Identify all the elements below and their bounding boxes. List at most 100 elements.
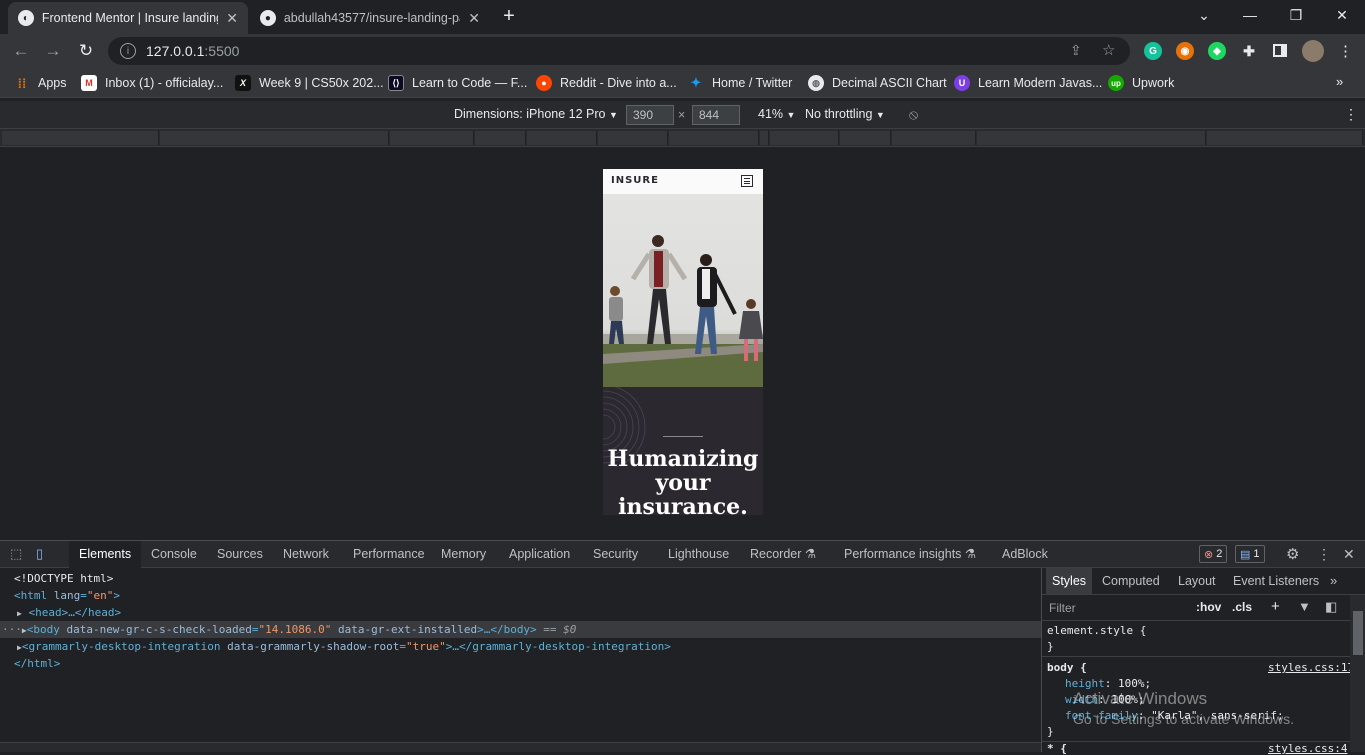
body-selector[interactable]: body { [1047,661,1087,674]
class-toggle[interactable]: .cls [1232,600,1252,614]
settings-gear-icon[interactable]: ⚙ [1286,545,1299,563]
media-query-segment[interactable] [390,131,474,145]
profile-avatar[interactable] [1302,40,1324,62]
dom-head-line[interactable]: ▶ <head>…</head> [0,604,1041,621]
tab-lighthouse[interactable]: Lighthouse [658,541,739,568]
tab-event-listeners[interactable]: Event Listeners [1227,568,1325,594]
device-width-input[interactable]: 390 [626,105,674,125]
dom-html-line[interactable]: <html lang="en"> [0,587,1041,604]
tab-search-icon[interactable]: ⌄ [1181,0,1227,30]
tab-computed[interactable]: Computed [1096,568,1166,594]
media-query-segment[interactable] [475,131,526,145]
media-query-segment[interactable] [840,131,891,145]
close-devtools-icon[interactable]: ✕ [1343,546,1355,563]
styles-filter-input[interactable]: Filter [1044,598,1184,618]
bookmark-ascii[interactable]: ◍ Decimal ASCII Chart [808,74,947,92]
stylesheet-link[interactable]: styles.css:17 [1268,661,1354,674]
forward-button[interactable]: → [40,38,66,64]
tab-application[interactable]: Application [499,541,580,568]
media-query-segment[interactable] [892,131,976,145]
tab-sources[interactable]: Sources [207,541,273,568]
throttling-dropdown[interactable]: No throttling ▼ [805,107,885,121]
tab-network[interactable]: Network [273,541,339,568]
bookmark-freecodecamp[interactable]: ⟨⟩ Learn to Code — F... [388,74,527,92]
dom-grammarly-line[interactable]: ▶<grammarly-desktop-integration data-gra… [0,638,1041,655]
styles-scrollbar[interactable] [1350,595,1365,752]
back-button[interactable]: ← [8,38,34,64]
tab-security[interactable]: Security [583,541,648,568]
tab-layout[interactable]: Layout [1172,568,1222,594]
device-height-input[interactable]: 844 [692,105,740,125]
site-info-icon[interactable]: i [120,43,136,59]
address-bar[interactable]: i 127.0.0.1:5500 ⇪ ☆ [108,37,1130,65]
media-query-segment[interactable] [527,131,597,145]
media-query-segment[interactable] [160,131,389,145]
device-more-options-icon[interactable]: ⋮ [1344,106,1358,123]
site-logo[interactable]: INSURE [611,175,659,186]
scrollbar-thumb[interactable] [1353,611,1363,655]
tab-frontend-mentor[interactable]: ◐ Frontend Mentor | Insure landing ✕ [8,2,248,34]
tab-performance-insights[interactable]: Performance insights ⚗ [834,541,986,568]
zoom-dropdown[interactable]: 41% ▼ [758,107,795,121]
media-query-segment[interactable] [977,131,1206,145]
stylesheet-link[interactable]: styles.css:4 [1268,742,1347,755]
reload-button[interactable]: ↻ [73,38,99,64]
hover-state-toggle[interactable]: :hov [1196,600,1221,614]
bookmark-star-icon[interactable]: ☆ [1102,41,1115,59]
grammarly-icon[interactable]: G [1144,42,1162,60]
dom-body-line[interactable]: ···▶<body data-new-gr-c-s-check-loaded="… [0,621,1041,638]
element-style-rule[interactable]: element.style { [1047,624,1146,637]
tab-console[interactable]: Console [141,541,207,568]
javascript-course-icon: U [954,75,970,91]
device-dimensions-dropdown[interactable]: Dimensions: iPhone 12 Pro ▼ [454,107,618,121]
bookmark-upwork[interactable]: up Upwork [1108,74,1174,92]
tab-memory[interactable]: Memory [431,541,496,568]
tab-elements[interactable]: Elements [69,541,142,568]
media-query-segment[interactable] [669,131,759,145]
tab-recorder[interactable]: Recorder ⚗ [740,541,826,568]
messages-badge[interactable]: ▤ 1 [1235,545,1265,563]
media-query-segment[interactable] [2,131,159,145]
bookmark-javascript[interactable]: U Learn Modern Javas... [954,74,1102,92]
close-tab-icon[interactable]: ✕ [468,10,480,27]
media-query-segment[interactable] [598,131,668,145]
share-icon[interactable]: ⇪ [1070,42,1082,59]
media-query-segment[interactable] [760,131,769,145]
toggle-sidebar-icon[interactable]: ◧ [1325,599,1337,615]
restore-button[interactable]: ❐ [1273,0,1319,30]
devtools-more-icon[interactable]: ⋮ [1317,546,1331,563]
add-rule-icon[interactable]: + [1271,598,1280,615]
device-toggle-icon[interactable]: ▯ [36,546,43,562]
extension-green-icon[interactable]: ◆ [1208,42,1226,60]
minimize-button[interactable]: — [1227,0,1273,30]
bookmark-apps[interactable]: ⁞⁞ Apps [14,74,67,92]
tab-adblock[interactable]: AdBlock [992,541,1058,568]
star-selector[interactable]: * { [1047,742,1067,755]
inspect-element-icon[interactable]: ⬚ [10,546,22,562]
close-window-button[interactable]: ✕ [1319,0,1365,30]
dom-doctype-line[interactable]: <!DOCTYPE html> [0,570,1041,587]
bookmark-gmail[interactable]: M Inbox (1) - officialay... [81,74,223,92]
side-panel-icon[interactable] [1273,44,1287,57]
more-bookmarks-icon[interactable]: » [1336,74,1343,89]
rotate-icon[interactable]: ⦸ [909,106,918,123]
errors-badge[interactable]: ⊗ 2 [1199,545,1228,563]
dom-html-close-line[interactable]: </html> [0,655,1041,672]
bookmark-reddit[interactable]: ● Reddit - Dive into a... [536,74,677,92]
paint-brush-icon[interactable]: ▼ [1298,599,1311,614]
extensions-puzzle-icon[interactable]: ✚ [1240,42,1258,60]
hamburger-menu-icon[interactable] [741,175,753,187]
close-tab-icon[interactable]: ✕ [226,10,238,27]
more-tabs-icon[interactable]: » [1330,573,1337,588]
media-query-segment[interactable] [1207,131,1363,145]
tab-github[interactable]: ● abdullah43577/insure-landing-pa ✕ [250,2,490,34]
tab-performance[interactable]: Performance [343,541,435,568]
bookmark-twitter[interactable]: ✦ Home / Twitter [688,74,793,92]
new-tab-button[interactable]: + [498,6,520,28]
bookmark-cs50[interactable]: X Week 9 | CS50x 202... [235,74,384,92]
rss-icon[interactable]: ◉ [1176,42,1194,60]
tab-styles[interactable]: Styles [1046,568,1093,594]
chrome-menu-icon[interactable]: ⋮ [1338,42,1353,60]
media-query-segment[interactable] [770,131,839,145]
expand-triangle-icon[interactable]: ▶ [17,609,22,618]
